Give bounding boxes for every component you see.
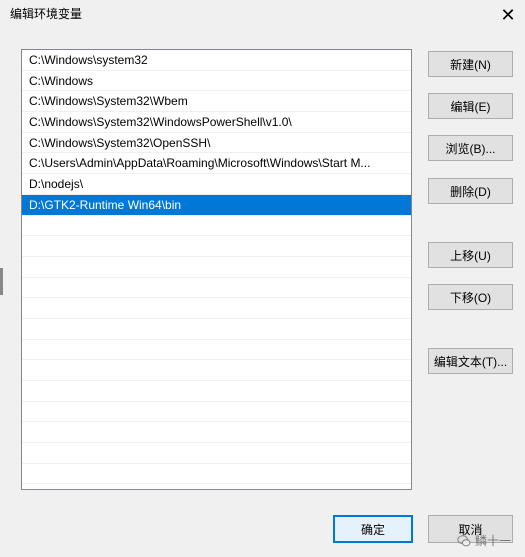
list-item[interactable]: C:\Windows\System32\WindowsPowerShell\v1… xyxy=(22,112,411,133)
watermark-text: 鳞十一 xyxy=(474,534,511,548)
dialog-title: 编辑环境变量 xyxy=(10,7,83,21)
move-down-button[interactable]: 下移(O) xyxy=(428,284,513,310)
list-item[interactable] xyxy=(22,257,411,278)
watermark: 鳞十一 xyxy=(457,532,511,549)
list-item[interactable] xyxy=(22,216,411,237)
close-button[interactable]: ✕ xyxy=(491,0,525,30)
list-item[interactable] xyxy=(22,443,411,464)
list-item[interactable] xyxy=(22,381,411,402)
list-item[interactable]: C:\Users\Admin\AppData\Roaming\Microsoft… xyxy=(22,153,411,175)
list-item[interactable] xyxy=(22,402,411,423)
edit-text-button[interactable]: 编辑文本(T)... xyxy=(428,348,513,374)
left-edge-mark xyxy=(0,281,3,295)
list-item[interactable]: C:\Windows\system32 xyxy=(22,50,411,71)
edit-button[interactable]: 编辑(E) xyxy=(428,93,513,119)
list-item[interactable]: C:\Windows xyxy=(22,71,411,92)
list-item[interactable] xyxy=(22,319,411,340)
list-item[interactable]: D:\GTK2-Runtime Win64\bin xyxy=(22,194,411,216)
list-item[interactable]: C:\Windows\System32\Wbem xyxy=(22,91,411,113)
move-up-button[interactable]: 上移(U) xyxy=(428,242,513,268)
list-item[interactable] xyxy=(22,422,411,444)
list-item[interactable] xyxy=(22,236,411,257)
list-item[interactable]: C:\Windows\System32\OpenSSH\ xyxy=(22,133,411,154)
list-item[interactable]: D:\nodejs\ xyxy=(22,174,411,195)
ok-button[interactable]: 确定 xyxy=(333,515,413,543)
list-item[interactable] xyxy=(22,464,411,485)
new-button[interactable]: 新建(N) xyxy=(428,51,513,77)
list-item[interactable] xyxy=(22,360,411,381)
path-listbox[interactable]: C:\Windows\system32 C:\Windows C:\Windows\… xyxy=(21,49,412,490)
browse-button[interactable]: 浏览(B)... xyxy=(428,135,513,161)
delete-button[interactable]: 删除(D) xyxy=(428,178,513,204)
wechat-icon xyxy=(457,534,471,546)
list-item[interactable] xyxy=(22,340,411,361)
list-item[interactable] xyxy=(22,278,411,299)
list-item[interactable] xyxy=(22,298,411,319)
